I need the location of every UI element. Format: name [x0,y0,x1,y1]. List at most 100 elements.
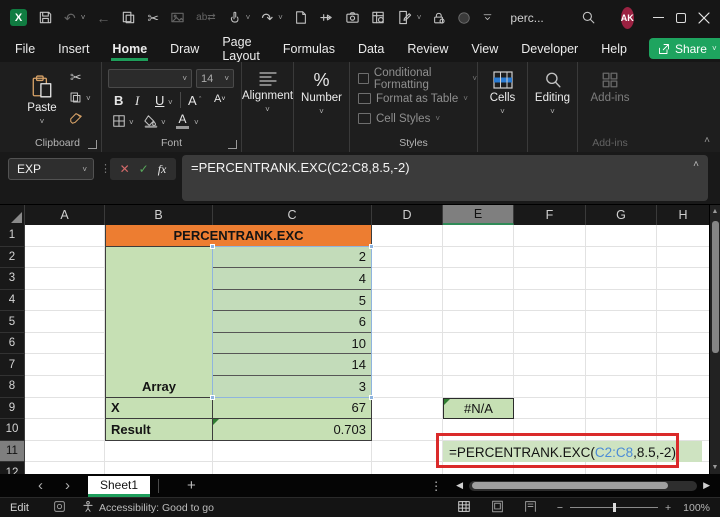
row-header-2[interactable]: 2 [0,246,25,269]
page-break-view-icon[interactable] [524,500,537,516]
cell[interactable] [25,462,105,474]
close-button[interactable] [698,0,710,35]
cell[interactable] [25,376,105,398]
row-header-12[interactable]: 12 [0,462,25,474]
cell[interactable] [657,397,710,420]
workbook-statistics-icon[interactable] [371,10,386,25]
toolbar-overflow-icon[interactable] [482,12,493,23]
scroll-left-icon[interactable]: ◀ [456,480,463,491]
cell[interactable] [514,246,586,269]
cell-x-label-B9[interactable]: X [105,397,213,420]
cell[interactable] [443,268,514,290]
font-dialog-launcher[interactable] [228,140,237,149]
font-color-chevron-icon[interactable]: ˅ [194,118,199,127]
cell[interactable] [25,289,105,312]
cell[interactable] [443,225,514,247]
cell[interactable] [443,246,514,269]
cell[interactable] [213,440,372,463]
lock-icon[interactable] [432,11,446,25]
find-replace-icon[interactable]: ab⇄ [196,12,216,23]
cell[interactable] [514,397,586,420]
cell-C5[interactable]: 6 [213,311,372,333]
account-avatar[interactable]: AK [620,6,634,29]
fill-color-button[interactable] [144,114,158,133]
format-painter-button[interactable] [69,111,83,130]
paste-button[interactable]: Paste ˅ [20,66,64,126]
cell[interactable] [25,354,105,377]
redo-icon[interactable]: ↷ [261,11,273,25]
underline-chevron-icon[interactable]: ˅ [168,98,173,107]
cell[interactable] [105,289,213,312]
cell[interactable] [25,397,105,420]
cell-result-label-B10[interactable]: Result [105,419,213,441]
fill-color-chevron-icon[interactable]: ˅ [161,118,166,127]
save-icon[interactable] [38,10,53,25]
add-sheet-icon[interactable]: + [187,477,196,494]
cells-button[interactable]: Cells ˅ [478,62,528,152]
cell[interactable] [657,225,710,247]
cell[interactable] [25,332,105,355]
borders-button[interactable] [112,114,126,133]
cell[interactable] [657,462,710,474]
column-header-h[interactable]: H [657,205,710,225]
cancel-icon[interactable]: ✕ [120,162,130,176]
cell[interactable] [213,462,372,474]
undo-icon[interactable]: ↶ [64,11,76,25]
minimize-button[interactable] [653,0,665,35]
font-size-combo[interactable]: 14 ˅ [196,69,234,88]
cell[interactable] [657,246,710,269]
row-header-8[interactable]: 8 [0,376,25,398]
scroll-down-icon[interactable]: ▼ [710,464,720,471]
cell[interactable] [657,311,710,333]
undo-chevron-icon[interactable]: ˅ [81,13,86,22]
cell[interactable] [105,354,213,377]
maximize-button[interactable] [675,0,687,35]
cell[interactable] [372,268,443,290]
addins-button[interactable]: Add-ins Add-ins [578,62,642,152]
page-layout-view-icon[interactable] [491,500,504,516]
row-header-5[interactable]: 5 [0,311,25,333]
cell[interactable] [105,268,213,290]
cell[interactable] [514,419,586,441]
cell-C2[interactable]: 2 [213,246,372,269]
cell[interactable] [443,462,514,474]
accessibility-status[interactable]: Accessibility: Good to go [99,502,214,514]
collapse-formula-bar-icon[interactable]: ˄ [693,159,699,170]
underline-button[interactable]: U [155,93,164,108]
cell[interactable] [443,289,514,312]
column-header-f[interactable]: F [514,205,586,225]
editing-button[interactable]: Editing ˅ [528,62,578,152]
cell[interactable] [586,246,657,269]
cell-styles-button[interactable]: Cell Styles ˅ [358,109,440,128]
row-header-11[interactable]: 11 [0,440,25,463]
cell[interactable] [657,289,710,312]
cell[interactable] [657,354,710,377]
column-header-c[interactable]: C [213,205,372,225]
borders-chevron-icon[interactable]: ˅ [129,118,134,127]
cell[interactable] [657,376,710,398]
cell-error-E9[interactable]: #N/A [443,397,514,420]
cell[interactable] [514,225,586,247]
vertical-scrollbar[interactable]: ▲ ▼ [709,205,720,474]
next-sheet-icon[interactable]: › [65,478,70,493]
tab-home[interactable]: Home [111,37,149,61]
vertical-scrollbar-thumb[interactable] [712,221,719,353]
cell[interactable] [586,462,657,474]
cell[interactable] [443,419,514,441]
cell[interactable] [443,332,514,355]
cell[interactable] [514,332,586,355]
cell[interactable] [514,268,586,290]
cell-title-B1[interactable]: PERCENTRANK.EXC [105,225,372,247]
search-icon[interactable] [581,10,596,25]
tab-view[interactable]: View [470,37,499,61]
copy-chevron-icon[interactable]: ˅ [86,94,91,103]
cell[interactable] [514,376,586,398]
scroll-right-icon[interactable]: ▶ [703,480,710,491]
enter-icon[interactable]: ✓ [139,162,149,176]
formula-input[interactable]: =PERCENTRANK.EXC(C2:C8,8.5,-2) ˄ [182,155,708,201]
cell[interactable] [657,268,710,290]
cell[interactable] [586,311,657,333]
font-name-combo[interactable]: ˅ [108,69,192,88]
row-header-3[interactable]: 3 [0,268,25,290]
zoom-out-icon[interactable]: − [557,502,563,514]
